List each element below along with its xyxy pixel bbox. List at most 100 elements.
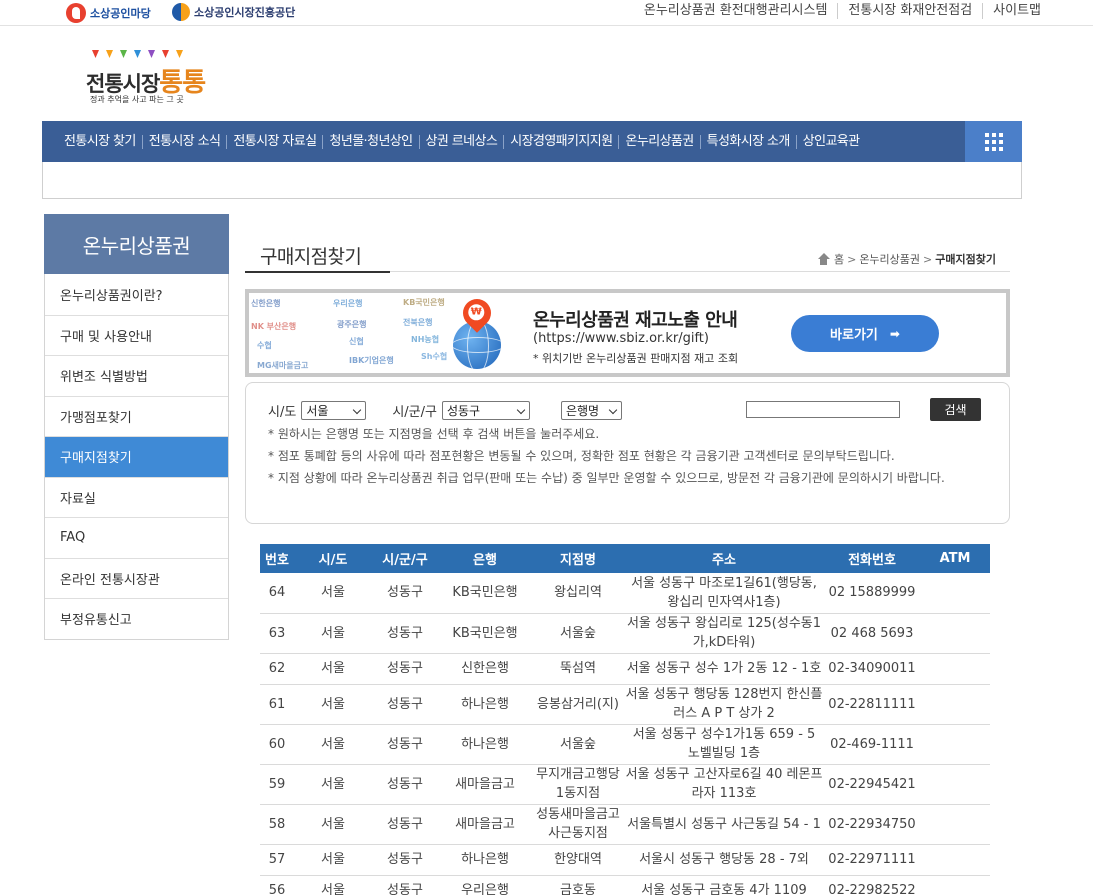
lnb-item-online-market[interactable]: 온라인 전통시장관 [45, 557, 228, 598]
top-link-exchange-system[interactable]: 온누리상품권 환전대행관리시스템 [634, 3, 838, 19]
lnb-item-report[interactable]: 부정유통신고 [45, 598, 228, 639]
cell-bank: KB국민은행 [438, 613, 532, 654]
cell-sido: 서울 [294, 684, 372, 725]
sigungu-select[interactable]: 성동구 [441, 401, 530, 420]
cell-sido: 서울 [294, 653, 372, 685]
keyword-input[interactable] [746, 401, 900, 418]
go-button-label: 바로가기 [830, 328, 878, 343]
gnb-item-onnuri[interactable]: 온누리상품권 [618, 134, 699, 149]
cell-no: 57 [260, 844, 294, 876]
gnb-item-special-market[interactable]: 특성화시장 소개 [699, 134, 796, 149]
search-notes: * 원하시는 은행명 또는 지점명을 선택 후 검색 버튼을 눌러주세요. * … [268, 425, 998, 491]
banner-description: * 위치기반 온누리상품권 판매지점 재고 조회 [533, 352, 739, 365]
gnb-item-market-news[interactable]: 전통시장 소식 [141, 134, 227, 149]
top-link-fire-safety[interactable]: 전통시장 화재안전점검 [837, 3, 982, 19]
bank-logo: 광주은행 [337, 320, 367, 329]
table-row: 56 서울 성동구 우리은행 금호동 서울 성동구 금호동 4가 1109 02… [260, 875, 990, 895]
bank-select-value: 은행명 [565, 404, 600, 418]
site-logo[interactable]: 전통시장통통 정과 추억을 사고 파는 그 곳 [86, 48, 216, 108]
col-header-address: 주소 [624, 544, 824, 573]
table-row: 61 서울 성동구 하나은행 응봉삼거리(지) 서울 성동구 행당동 128번지… [260, 684, 990, 725]
breadcrumb-current: 구매지점찾기 [935, 253, 996, 266]
search-note: * 원하시는 은행명 또는 지점명을 선택 후 검색 버튼을 눌러주세요. [268, 427, 600, 441]
sbiz-brand-link[interactable]: 소상공인마당 [66, 3, 151, 23]
col-header-phone: 전화번호 [824, 544, 920, 573]
cell-address: 서울 성동구 왕십리로 125(성수동1가,kD타워) [624, 613, 824, 654]
table-row: 64 서울 성동구 KB국민은행 왕십리역 서울 성동구 마조로1길61(행당동… [260, 573, 990, 614]
sido-select[interactable]: 서울 [301, 401, 367, 420]
cell-branch: 성동새마을금고 사근동지점 [532, 804, 624, 845]
left-nav-title: 온누리상품권 [44, 214, 229, 274]
cell-phone: 02-469-1111 [824, 724, 920, 765]
bank-logo: 신한은행 [251, 299, 281, 308]
table-row: 62 서울 성동구 신한은행 뚝섬역 서울 성동구 성수 1가 2동 12 - … [260, 653, 990, 685]
breadcrumb-home[interactable]: 홈 [834, 251, 844, 267]
lnb-item-branch-search[interactable]: 구매지점찾기 [45, 436, 228, 477]
lnb-item-about[interactable]: 온누리상품권이란? [45, 274, 228, 315]
cell-sido: 서울 [294, 764, 372, 805]
global-nav: 전통시장 찾기 전통시장 소식 전통시장 자료실 청년몰·청년상인 상권 르네상… [42, 121, 1022, 162]
table-row: 63 서울 성동구 KB국민은행 서울숲 서울 성동구 왕십리로 125(성수동… [260, 613, 990, 654]
sbiz-logo-icon [66, 3, 86, 23]
logo-title-main: 전통시장 [86, 72, 160, 96]
semas-brand-label: 소상공인시장진흥공단 [194, 6, 296, 19]
cell-no: 64 [260, 573, 294, 614]
bank-logo: Sh수협 [421, 352, 448, 361]
cell-atm [920, 875, 990, 895]
cell-sigungu: 성동구 [372, 875, 438, 895]
semas-brand-link[interactable]: 소상공인시장진흥공단 [172, 3, 295, 21]
cell-sigungu: 성동구 [372, 844, 438, 876]
col-header-bank: 은행 [438, 544, 532, 573]
cell-sigungu: 성동구 [372, 764, 438, 805]
cell-no: 59 [260, 764, 294, 805]
bank-logo: NK 부산은행 [251, 322, 297, 331]
lnb-item-counterfeit[interactable]: 위변조 식별방법 [45, 355, 228, 396]
gnb-item-market-archive[interactable]: 전통시장 자료실 [226, 134, 322, 149]
cell-sigungu: 성동구 [372, 613, 438, 654]
search-button[interactable]: 검색 [930, 398, 981, 421]
cell-branch: 왕십리역 [532, 573, 624, 614]
gnb-item-package-support[interactable]: 시장경영패키지지원 [503, 134, 618, 149]
bank-logo: MG새마을금고 [257, 361, 309, 370]
cell-sido: 서울 [294, 844, 372, 876]
sub-menu-bar [42, 162, 1022, 199]
sido-select-value: 서울 [306, 404, 329, 418]
cell-bank: 우리은행 [438, 875, 532, 895]
gnb-item-education[interactable]: 상인교육관 [795, 134, 866, 149]
lnb-item-usage-guide[interactable]: 구매 및 사용안내 [45, 314, 228, 355]
breadcrumb-onnuri[interactable]: 온누리상품권 [859, 251, 920, 267]
gnb-item-market-search[interactable]: 전통시장 찾기 [58, 134, 142, 149]
lnb-item-store-search[interactable]: 가맹점포찾기 [45, 395, 228, 436]
cell-address: 서울 성동구 성수 1가 2동 12 - 1호 [624, 653, 824, 685]
cell-branch: 서울숲 [532, 613, 624, 654]
cell-sido: 서울 [294, 724, 372, 765]
gnb-item-renaissance[interactable]: 상권 르네상스 [418, 134, 504, 149]
lnb-item-faq[interactable]: FAQ [45, 517, 228, 558]
top-link-sitemap[interactable]: 사이트맵 [982, 3, 1051, 19]
cell-phone: 02 468 5693 [824, 613, 920, 654]
cell-phone: 02-22971111 [824, 844, 920, 876]
cell-sigungu: 성동구 [372, 724, 438, 765]
grid-menu-icon[interactable] [965, 121, 1022, 162]
cell-sigungu: 성동구 [372, 804, 438, 845]
cell-sido: 서울 [294, 573, 372, 614]
cell-bank: 하나은행 [438, 844, 532, 876]
cell-atm [920, 573, 990, 614]
lnb-item-archive[interactable]: 자료실 [45, 476, 228, 517]
banner-title: 온누리상품권 재고노출 안내 [533, 310, 738, 331]
sigungu-label: 시/군/구 [392, 405, 437, 420]
bank-logo: 전북은행 [403, 318, 433, 327]
gnb-item-youth-mall[interactable]: 청년몰·청년상인 [322, 134, 418, 149]
left-nav: 온누리상품권 온누리상품권이란? 구매 및 사용안내 위변조 식별방법 가맹점포… [44, 214, 229, 640]
col-header-no: 번호 [260, 544, 294, 573]
col-header-sido: 시/도 [294, 544, 372, 573]
cell-address: 서울 성동구 고산자로6길 40 레몬프라자 113호 [624, 764, 824, 805]
home-icon[interactable] [817, 253, 830, 265]
table-row: 57 서울 성동구 하나은행 한양대역 서울시 성동구 행당동 28 - 7외 … [260, 844, 990, 876]
go-button[interactable]: 바로가기 ➡ [791, 315, 939, 352]
sido-label: 시/도 [268, 405, 297, 420]
bank-logo: KB국민은행 [403, 298, 445, 307]
bank-select[interactable]: 은행명 [560, 401, 622, 420]
search-panel: 시/도 서울 시/군/구 성동구 은행명 검색 * 원하시는 은행명 또는 지점… [245, 382, 1010, 524]
cell-atm [920, 653, 990, 685]
